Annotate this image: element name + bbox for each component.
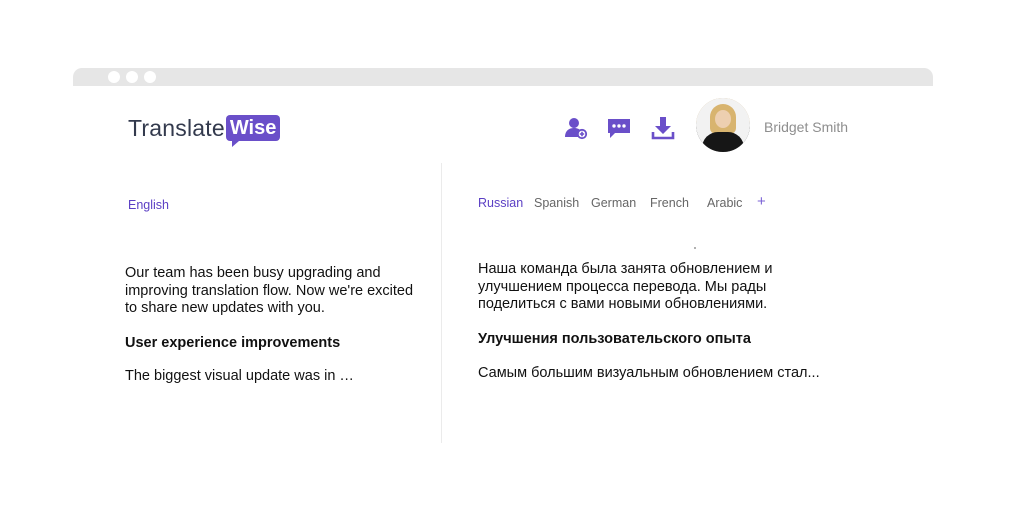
translated-tail-text: Самым большим визуальным обновлением ста… xyxy=(478,365,820,381)
separator-dot xyxy=(694,247,696,249)
source-text-panel[interactable]: Our team has been busy upgrading and imp… xyxy=(125,265,425,386)
app-logo: Translate Wise xyxy=(128,113,281,147)
window-dot-icon xyxy=(144,71,156,83)
tab-arabic[interactable]: Arabic xyxy=(707,196,742,210)
translated-heading: Улучшения пользовательского опыта xyxy=(478,330,751,347)
source-tail-text: The biggest visual update was in … xyxy=(125,368,354,384)
translated-text-panel[interactable]: Наша команда была занята обновлением и у… xyxy=(478,261,838,383)
add-user-icon[interactable] xyxy=(563,115,589,141)
window-dot-icon xyxy=(126,71,138,83)
tab-german[interactable]: German xyxy=(591,196,636,210)
tab-russian[interactable]: Russian xyxy=(478,196,523,210)
tab-spanish[interactable]: Spanish xyxy=(534,196,579,210)
source-paragraph: Our team has been busy upgrading and imp… xyxy=(125,265,414,316)
tab-french[interactable]: French xyxy=(650,196,689,210)
window-title-bar xyxy=(73,68,933,86)
user-name[interactable]: Bridget Smith xyxy=(764,119,848,135)
chat-icon[interactable] xyxy=(606,115,632,141)
translated-paragraph: Наша команда была занята обновлением и у… xyxy=(478,261,773,312)
download-icon[interactable] xyxy=(650,115,676,141)
user-avatar[interactable] xyxy=(696,98,750,152)
column-divider xyxy=(441,163,442,443)
add-language-button[interactable]: + xyxy=(757,193,766,210)
source-heading: User experience improvements xyxy=(125,334,341,351)
logo-text-wise: Wise xyxy=(225,115,281,147)
window-dot-icon xyxy=(108,71,120,83)
logo-text-translate: Translate xyxy=(128,115,225,141)
source-language-label[interactable]: English xyxy=(128,198,169,212)
